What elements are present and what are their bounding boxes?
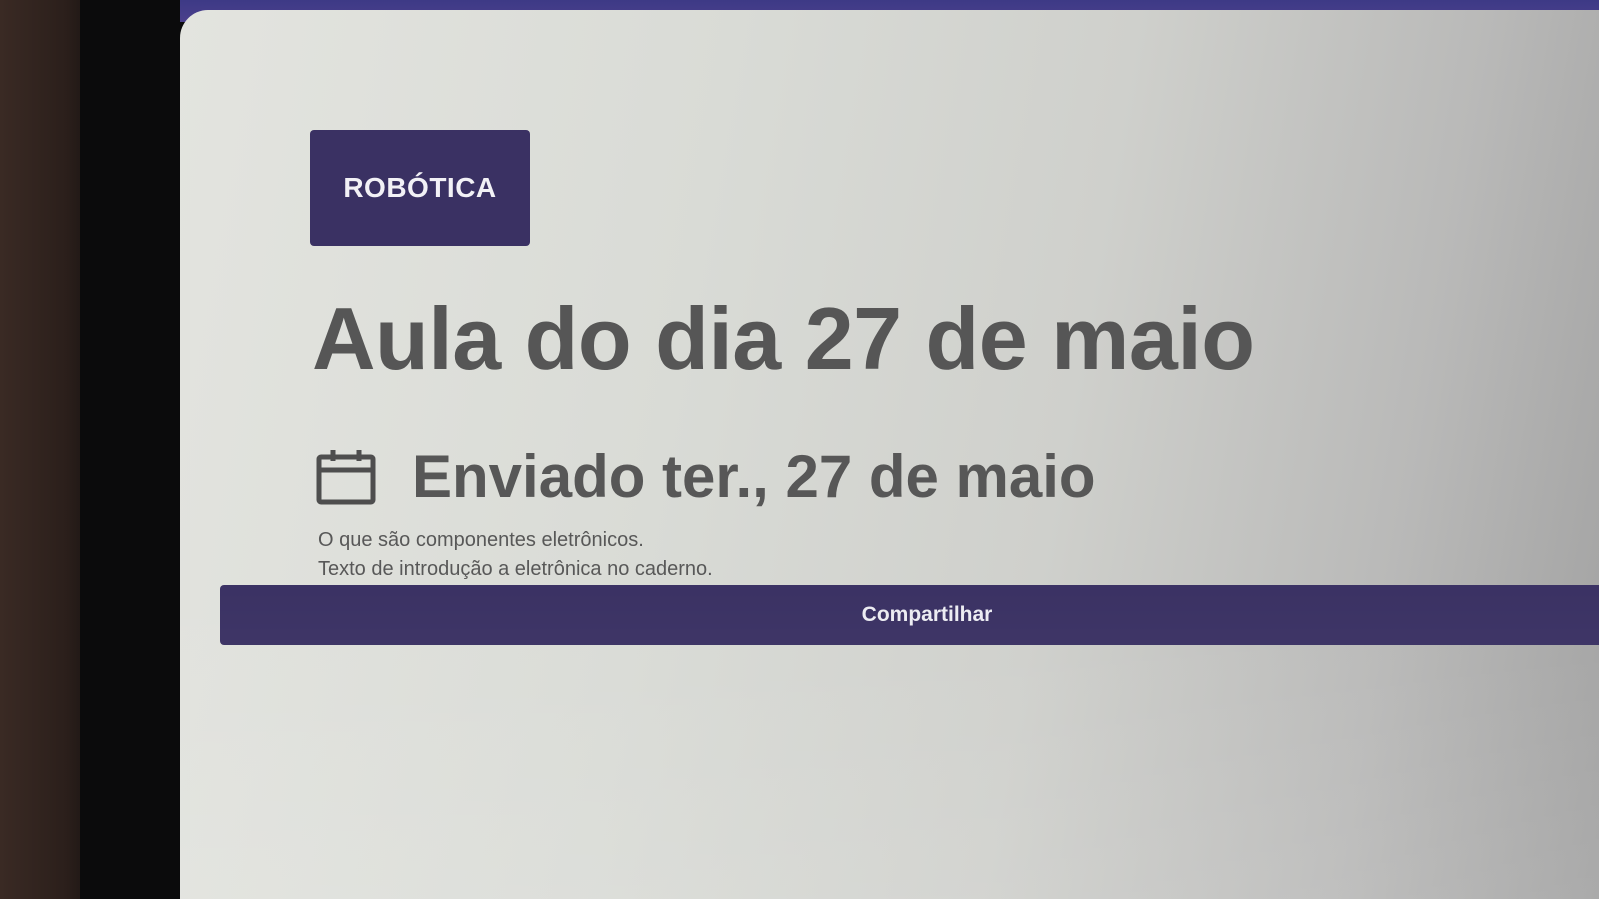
post-card: ROBÓTICA Aula do dia 27 de maio Enviado …	[180, 10, 1599, 899]
course-label: ROBÓTICA	[343, 172, 497, 203]
post-description: O que são componentes eletrônicos. Texto…	[318, 526, 713, 584]
share-button[interactable]: Compartilhar	[220, 585, 1599, 645]
share-label: Compartilhar	[861, 603, 993, 626]
sent-date: Enviado ter., 27 de maio	[412, 443, 1096, 510]
page-title: Aula do dia 27 de maio	[312, 289, 1255, 388]
course-badge[interactable]: ROBÓTICA	[310, 130, 530, 246]
calendar-icon	[316, 449, 376, 504]
sent-date-row: Enviado ter., 27 de maio	[316, 442, 1096, 511]
description-line: O que são componentes eletrônicos.	[318, 529, 644, 551]
description-line: Texto de introdução a eletrônica no cade…	[318, 558, 713, 580]
